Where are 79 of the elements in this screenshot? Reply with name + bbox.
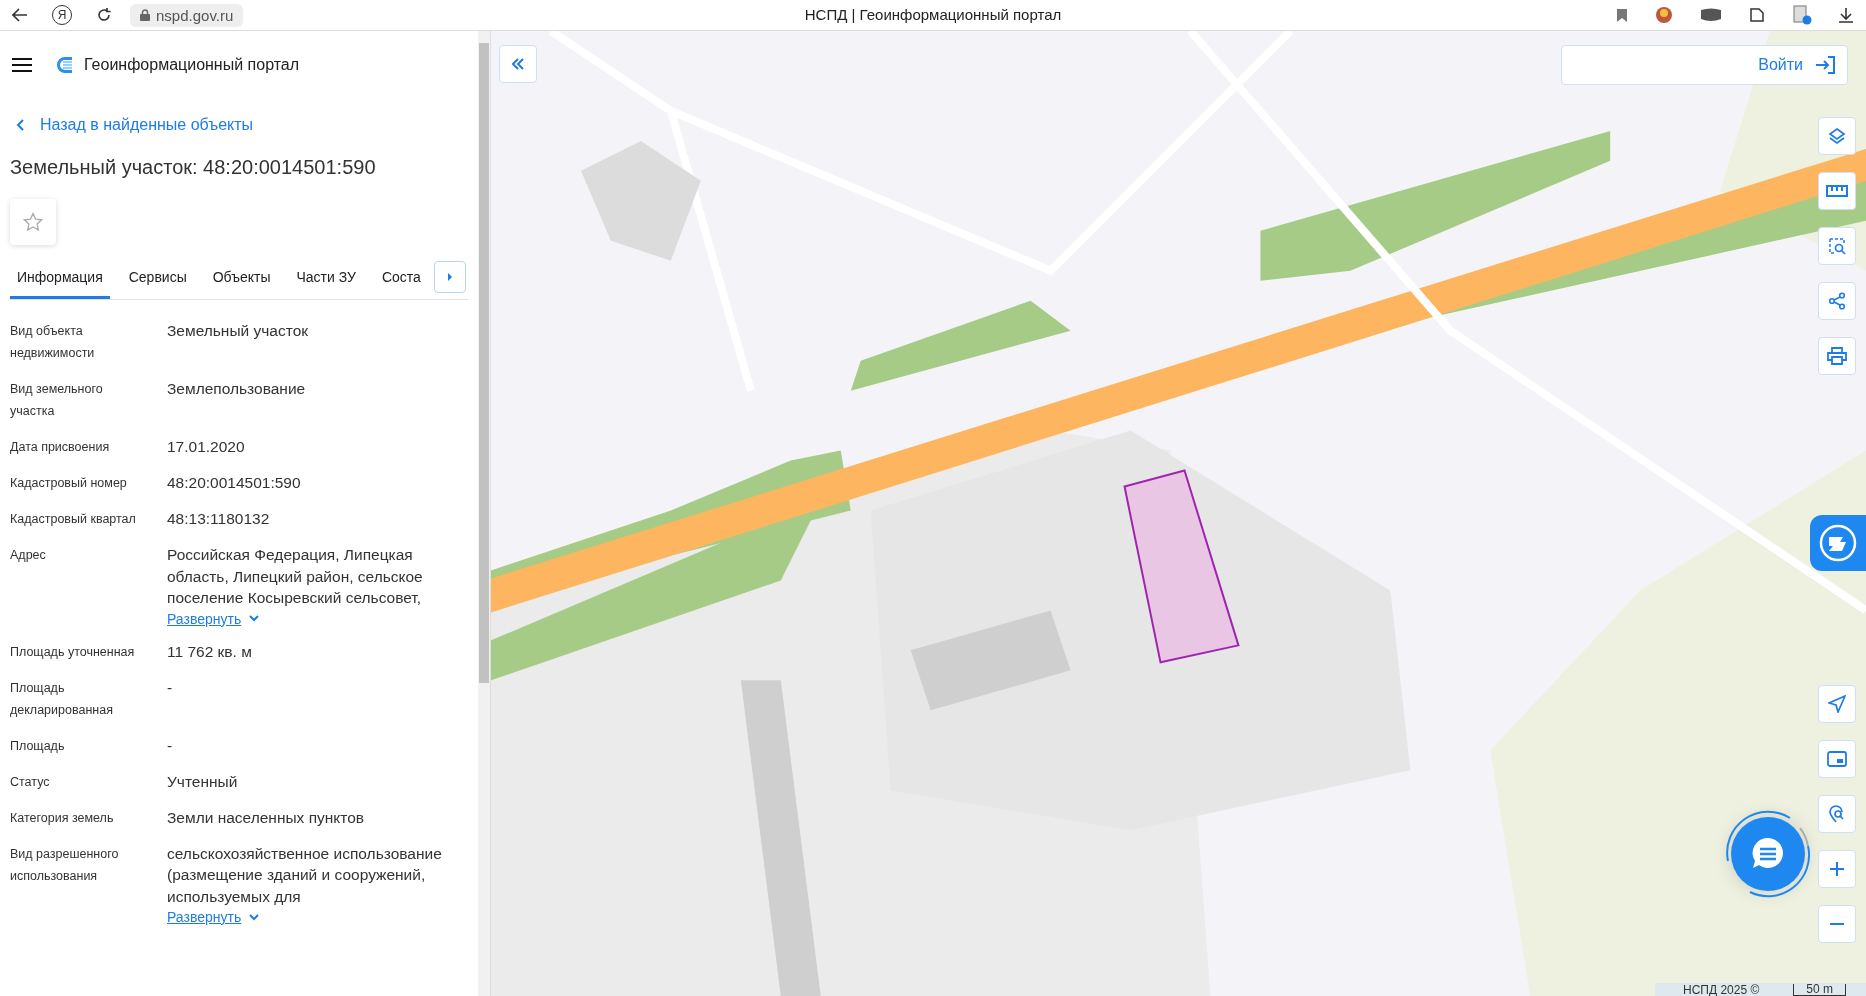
property-label: Кадастровый квартал: [10, 511, 137, 528]
property-label: Кадастровый номер: [10, 475, 128, 492]
tab[interactable]: Сервисы: [121, 259, 194, 299]
scrollbar[interactable]: [478, 31, 490, 996]
chevron-left-icon: [16, 119, 24, 131]
extension-icon[interactable]: [1700, 8, 1722, 22]
property-value: 17.01.2020: [167, 437, 245, 457]
double-chevron-left-icon: [512, 58, 524, 70]
collapse-panel-button[interactable]: [499, 45, 537, 83]
property-value: -: [167, 735, 173, 756]
property-value: 48:13:1180132: [167, 509, 270, 529]
chevron-down-icon: [249, 615, 260, 622]
back-arrow-icon[interactable]: [12, 8, 28, 22]
extension-icon[interactable]: [1748, 6, 1766, 24]
expand-link[interactable]: Развернуть: [167, 909, 260, 925]
caret-right-icon: [447, 272, 453, 282]
property-value: Российская Федерация, Липецкая область, Липецкий район, сельское поселение Косыревский сельсовет,: [167, 545, 424, 608]
login-button[interactable]: Войти: [1561, 45, 1848, 85]
property-label: Площадь декларированная: [10, 679, 114, 719]
expand-link[interactable]: Развернуть: [167, 610, 260, 627]
extension-icon[interactable]: [1792, 5, 1812, 25]
tab[interactable]: Информация: [10, 259, 110, 299]
property-label: Категория земель: [10, 809, 115, 827]
plus-icon: [1829, 861, 1845, 877]
login-icon: [1815, 56, 1835, 74]
property-label: Площадь уточненная: [10, 643, 136, 661]
address-field[interactable]: nspd.gov.ru: [130, 3, 244, 27]
chevron-down-icon: [249, 913, 260, 921]
share-button[interactable]: [1818, 282, 1856, 320]
layers-button[interactable]: [1818, 117, 1856, 155]
zoom-in-button[interactable]: [1818, 850, 1856, 888]
minimap-button[interactable]: [1818, 740, 1856, 778]
property-value: 11 762 кв. м: [167, 641, 252, 662]
property-label: Вид разрешенного использования: [10, 845, 120, 885]
share-icon: [1828, 292, 1846, 310]
object-title: Земельный участок: 48:20:0014501:590: [10, 155, 377, 180]
property-label: Вид земельного участка: [10, 381, 104, 420]
download-icon[interactable]: [1838, 7, 1854, 23]
area-search-icon: [1827, 236, 1847, 256]
layers-icon: [1828, 127, 1846, 145]
ruler-button[interactable]: [1818, 172, 1856, 210]
reload-icon[interactable]: [96, 7, 112, 23]
property-label: Вид объекта недвижимости: [10, 323, 96, 362]
star-icon: [23, 212, 43, 232]
back-link[interactable]: Назад в найденные объекты: [16, 113, 254, 137]
minus-icon: [1829, 923, 1845, 925]
area-select-button[interactable]: [1818, 227, 1856, 265]
bookmark-icon[interactable]: [1616, 7, 1628, 23]
property-label: Статус: [10, 773, 51, 791]
tab[interactable]: Части ЗУ: [289, 259, 363, 299]
lock-icon: [140, 9, 150, 21]
property-value: 48:20:0014501:590: [167, 473, 301, 493]
menu-icon[interactable]: [12, 58, 32, 72]
property-value: Землепользование: [167, 379, 306, 399]
logo-icon: [56, 56, 74, 74]
property-label: Дата присвоения: [10, 439, 111, 456]
place-search-button[interactable]: [1818, 795, 1856, 833]
pin-search-icon: [1828, 805, 1846, 823]
property-label: Площадь: [10, 737, 66, 755]
property-value: -: [167, 677, 173, 698]
print-icon: [1827, 347, 1847, 365]
ruler-icon: [1826, 185, 1848, 197]
tab-title: НСПД | Геоинформационный портал: [804, 6, 1062, 23]
property-value: Земли населенных пунктов: [167, 807, 365, 828]
property-value: Земельный участок: [167, 321, 309, 341]
property-value: Учтенный: [167, 771, 238, 792]
property-label: Адрес: [10, 547, 47, 564]
portal-title: Геоинформационный портал: [84, 56, 300, 74]
tab[interactable]: Объекты: [205, 259, 278, 299]
tab[interactable]: Соста: [374, 259, 428, 299]
side-panel-tab[interactable]: [1810, 515, 1866, 571]
location-button[interactable]: [1818, 685, 1856, 723]
scale-bar: 50 m: [1793, 983, 1846, 996]
navigation-arrow-icon: [1828, 695, 1846, 713]
extension-icon[interactable]: [1654, 5, 1674, 25]
print-button[interactable]: [1818, 337, 1856, 375]
picture-in-picture-icon: [1827, 751, 1847, 767]
attribution-text: НСПД 2025 ©: [1683, 982, 1760, 996]
property-value: сельскохозяйственное использование (размещение зданий и сооружений, используемых для: [167, 843, 443, 907]
